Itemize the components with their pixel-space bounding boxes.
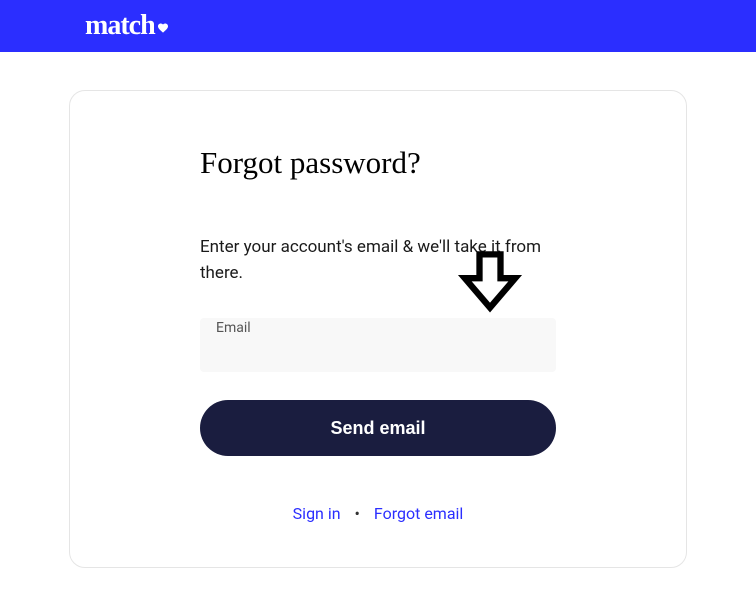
logo-text: match	[85, 10, 155, 42]
instruction-text: Enter your account's email & we'll take …	[200, 235, 556, 286]
page-title: Forgot password?	[200, 145, 556, 181]
send-email-button[interactable]: Send email	[200, 400, 556, 456]
email-input-group: Email	[200, 318, 556, 372]
footer-links: Sign in • Forgot email	[200, 504, 556, 523]
email-label: Email	[216, 320, 251, 336]
sign-in-link[interactable]: Sign in	[293, 504, 341, 523]
link-separator: •	[355, 504, 360, 523]
forgot-password-card: Forgot password? Enter your account's em…	[69, 90, 687, 568]
header-bar: match	[0, 0, 756, 52]
forgot-email-link[interactable]: Forgot email	[374, 504, 463, 523]
main-container: Forgot password? Enter your account's em…	[0, 52, 756, 568]
brand-logo[interactable]: match	[85, 10, 169, 42]
heart-icon	[157, 10, 169, 42]
email-field[interactable]	[200, 318, 556, 372]
